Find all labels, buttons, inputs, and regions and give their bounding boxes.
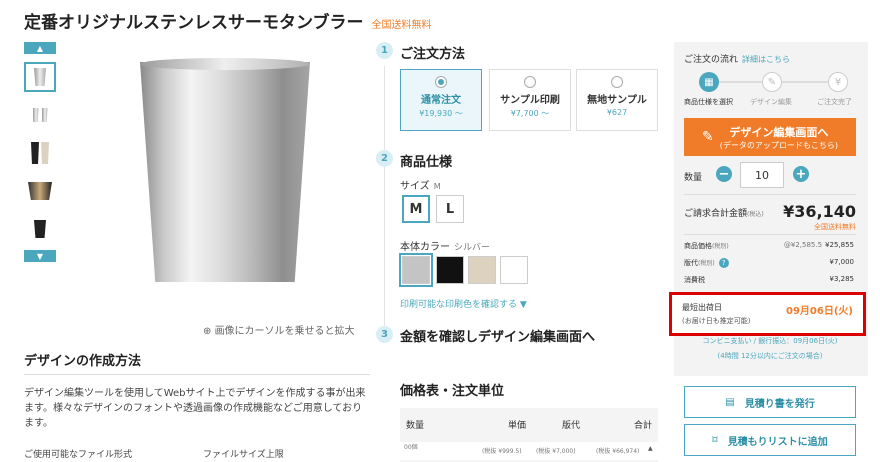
color-swatch-black[interactable] (436, 256, 464, 284)
thumbnail-list: ▲ ▼ (24, 42, 56, 262)
size-l-button[interactable]: L (436, 195, 464, 223)
ship-note: (お届け日も推定可能) (682, 317, 751, 325)
shipping-badge: 全国送料無料 (371, 20, 432, 31)
shipping-date-box: 最短出荷日 (お届け日も推定可能) 09月06日(火) (669, 292, 866, 336)
thumbnail-2[interactable] (24, 100, 56, 130)
payment-note: コンビニ支払い / 銀行振込：09月06日(火) (702, 337, 838, 345)
edit-icon: ✎ (702, 129, 714, 145)
pencil-icon: ✎ (762, 72, 782, 92)
ship-date: 09月06日(火) (786, 306, 853, 317)
divider (684, 234, 856, 235)
step-number-1: 1 (376, 42, 393, 59)
color-swatch-white[interactable] (500, 256, 528, 284)
order-flow-title: ご注文の流れ 詳細はこちら (684, 55, 791, 65)
price-table: 数量 単価 版代 合計 00個 (税抜 ¥999.5) (税抜 ¥7,000) … (400, 408, 658, 462)
print-color-link[interactable]: 印刷可能な印刷色を確認する ▼ (400, 297, 527, 310)
quantity-input[interactable] (740, 162, 784, 188)
color-label: 本体カラー シルバー (400, 242, 491, 253)
step-number-2: 2 (376, 150, 393, 167)
column-plate-fee: 版代 (562, 421, 581, 431)
thumbnail-down-button[interactable]: ▼ (24, 250, 56, 262)
file-size-label: ファイルサイズ上限 (203, 450, 284, 460)
price-table-heading: 価格表・注文単位 (400, 384, 505, 399)
breakdown-plate-label: 版代(税別)? (684, 258, 729, 268)
total-amount: ¥36,140 (783, 202, 856, 221)
chevron-up-icon: ▲ (36, 43, 44, 53)
spec-title: 商品仕様 (400, 155, 453, 170)
tumbler-icon (34, 220, 46, 238)
thumbnail-5[interactable] (24, 214, 56, 244)
grid-icon: ▦ (699, 72, 719, 92)
divider (684, 194, 856, 195)
step-connector (384, 66, 385, 326)
photo-icon (28, 182, 52, 200)
tumbler-icon (41, 108, 48, 122)
flow-step-design: デザイン編集 (750, 98, 792, 106)
design-description: デザイン編集ツールを使用してWebサイト上でデザインを作成する事が出来ます。様々… (24, 388, 366, 429)
tumbler-icon (41, 142, 49, 164)
column-total: 合計 (634, 421, 653, 431)
bookmark-icon: ⌑ (712, 434, 718, 446)
thumbnail-3[interactable] (24, 138, 56, 168)
order-option-regular[interactable]: 通常注文 ¥19,930 〜 (400, 69, 482, 131)
radio-button[interactable] (435, 76, 447, 88)
product-image-rim (140, 58, 310, 70)
issue-quote-button[interactable]: ▤ 見積り書を発行 (684, 386, 856, 418)
step-number-3: 3 (376, 326, 393, 343)
flow-step-spec: 商品仕様を選択 (684, 98, 733, 106)
breakdown-tax-value: ¥3,285 (829, 275, 855, 283)
color-swatch-silver[interactable] (399, 253, 433, 287)
document-icon: ▤ (725, 396, 735, 408)
tumbler-icon (31, 142, 39, 164)
plus-icon: + (795, 166, 807, 182)
flow-step-complete: ご注文完了 (817, 98, 852, 106)
product-title: 定番オリジナルステンレスサーモタンブラー 全国送料無料 (24, 13, 432, 33)
scroll-up-icon[interactable]: ▲ (648, 445, 653, 452)
column-quantity: 数量 (406, 421, 425, 431)
size-m-button[interactable]: M (402, 195, 430, 223)
order-option-sample-print[interactable]: サンプル印刷 ¥7,700 〜 (489, 69, 571, 131)
quantity-increase-button[interactable]: + (793, 166, 809, 182)
table-row[interactable]: 00個 (税抜 ¥999.5) (税抜 ¥7,000) (税抜 ¥66,974)… (400, 442, 658, 460)
total-shipping-note: 全国送料無料 (814, 223, 856, 231)
zoom-icon: ⊕ (203, 326, 215, 337)
color-swatch-beige[interactable] (468, 256, 496, 284)
breakdown-plate-value: ¥7,000 (829, 258, 855, 266)
size-label: サイズ M (400, 181, 441, 192)
quantity-label: 数量 (684, 173, 703, 183)
flow-detail-link[interactable]: 詳細はこちら (742, 55, 790, 64)
yen-icon: ¥ (828, 72, 848, 92)
payment-deadline-note: (4時間 12分以内にご注文の場合) (717, 352, 823, 360)
tumbler-icon (34, 68, 46, 86)
radio-button[interactable] (611, 76, 623, 88)
file-format-label: ご使用可能なファイル形式 (24, 450, 133, 460)
thumbnail-up-button[interactable]: ▲ (24, 42, 56, 54)
design-editor-button[interactable]: ✎ デザイン編集画面へ (データのアップロードもこちら) (684, 118, 856, 156)
order-option-plain-sample[interactable]: 無地サンプル ¥627 (576, 69, 658, 131)
flow-line (718, 81, 762, 83)
add-quote-list-button[interactable]: ⌑ 見積もりリストに追加 (684, 424, 856, 456)
help-icon[interactable]: ? (718, 258, 729, 268)
breakdown-product-label: 商品価格(税別) (684, 242, 729, 250)
radio-button[interactable] (524, 76, 536, 88)
thumbnail-1[interactable] (24, 62, 56, 92)
zoom-hint: ⊕ 画像にカーソルを乗せると拡大 (203, 326, 355, 337)
product-image[interactable] (140, 62, 310, 282)
breakdown-product-value: @¥2,585.5 ¥25,855 (783, 241, 854, 249)
total-label: ご請求合計金額(税込) (684, 209, 764, 219)
chevron-down-icon: ▼ (36, 251, 44, 261)
confirm-title: 金額を確認しデザイン編集画面へ (400, 330, 596, 345)
flow-line (782, 81, 828, 83)
design-method-heading: デザインの作成方法 (24, 354, 142, 369)
ship-label: 最短出荷日 (682, 303, 722, 312)
column-unit-price: 単価 (508, 421, 527, 431)
tumbler-icon (32, 108, 39, 122)
thumbnail-4[interactable] (24, 176, 56, 206)
order-method-title: ご注文方法 (400, 47, 466, 62)
breakdown-tax-label: 消費税 (684, 276, 705, 284)
minus-icon: − (718, 166, 730, 182)
quantity-decrease-button[interactable]: − (716, 166, 732, 182)
divider (24, 374, 370, 375)
